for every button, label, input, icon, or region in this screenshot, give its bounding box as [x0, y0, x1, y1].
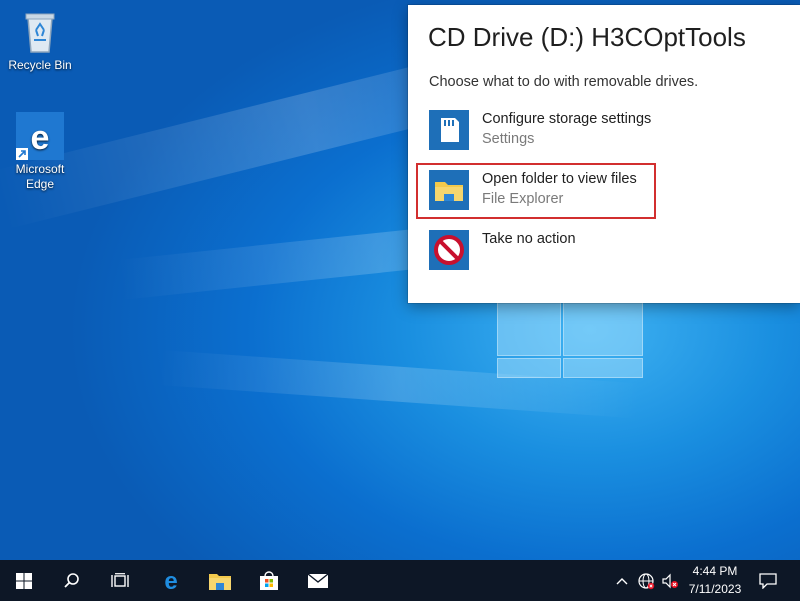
- network-icon: [638, 572, 655, 589]
- network-tray-button[interactable]: [634, 560, 658, 601]
- option-open-folder[interactable]: Open folder to view files File Explorer: [416, 163, 656, 219]
- edge-icon: e: [164, 570, 177, 592]
- task-view-button[interactable]: [96, 560, 144, 601]
- volume-tray-button[interactable]: [658, 560, 682, 601]
- action-center-button[interactable]: [746, 560, 790, 601]
- mail-icon: [307, 572, 329, 588]
- recycle-bin-icon: [16, 8, 64, 56]
- windows-logo-icon: [16, 572, 32, 589]
- store-taskbar-button[interactable]: [245, 560, 293, 601]
- tray-overflow-button[interactable]: [610, 560, 634, 601]
- wallpaper-windows-logo: [497, 296, 643, 378]
- chevron-up-icon: [616, 577, 628, 584]
- file-explorer-taskbar-button[interactable]: [196, 560, 244, 601]
- desktop-icon-microsoft-edge[interactable]: e Microsoft Edge: [2, 112, 78, 192]
- desktop: Recycle Bin e Microsoft Edge CD Drive (D…: [0, 0, 800, 601]
- notification-icon: [759, 572, 777, 589]
- clock-date[interactable]: 7/11/2023: [680, 582, 750, 596]
- clock-time[interactable]: 4:44 PM: [680, 564, 750, 578]
- autoplay-subtitle: Choose what to do with removable drives.: [429, 74, 699, 90]
- option-take-no-action[interactable]: Take no action: [418, 225, 654, 277]
- option-label: Take no action: [482, 231, 576, 247]
- edge-taskbar-button[interactable]: e: [147, 560, 195, 601]
- folder-icon: [209, 573, 231, 590]
- svg-text:e: e: [31, 119, 50, 157]
- desktop-icon-recycle-bin[interactable]: Recycle Bin: [2, 8, 78, 73]
- option-label: Configure storage settings: [482, 111, 652, 127]
- autoplay-title: CD Drive (D:) H3COptTools: [428, 22, 746, 52]
- option-label: Open folder to view files: [482, 171, 637, 187]
- option-configure-storage[interactable]: Configure storage settings Settings: [418, 105, 654, 157]
- edge-icon: e: [16, 112, 64, 160]
- start-button[interactable]: [0, 560, 48, 601]
- desktop-icon-label: Recycle Bin: [8, 58, 72, 72]
- search-icon: [64, 572, 79, 588]
- search-button[interactable]: [48, 560, 96, 601]
- option-sublabel: Settings: [482, 131, 535, 147]
- mail-taskbar-button[interactable]: [294, 560, 342, 601]
- no-action-icon: [429, 230, 469, 270]
- option-sublabel: File Explorer: [482, 191, 564, 207]
- taskbar: e 4:44 PM 7/11/2023: [0, 560, 800, 601]
- desktop-icon-label: Microsoft Edge: [15, 162, 65, 191]
- store-icon: [260, 570, 278, 590]
- svg-text:e: e: [164, 570, 177, 592]
- autoplay-dialog: CD Drive (D:) H3COptTools Choose what to…: [408, 5, 800, 303]
- volume-muted-icon: [662, 573, 678, 588]
- task-view-icon: [111, 572, 129, 587]
- folder-icon: [429, 170, 469, 210]
- storage-settings-icon: [429, 110, 469, 150]
